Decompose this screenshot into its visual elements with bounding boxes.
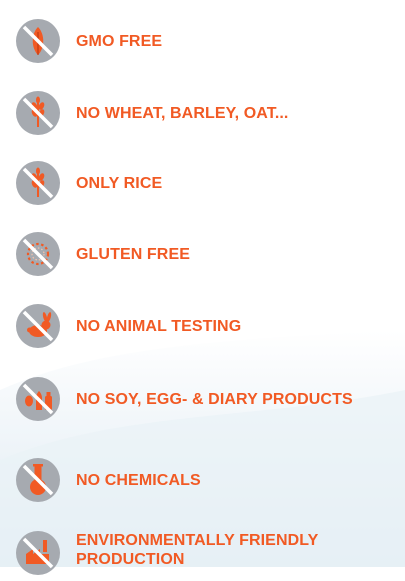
feature-gmo-free: GMO FREE (15, 13, 405, 69)
feature-only-rice: ONLY RICE (15, 155, 405, 211)
soy-egg-milk-icon (16, 377, 60, 421)
feature-label: GMO FREE (76, 32, 163, 50)
feature-label: NO SOY, EGG- & DIARY PRODUCTS (76, 390, 353, 408)
feature-label: ONLY RICE (76, 174, 163, 192)
feature-label: NO ANIMAL TESTING (76, 317, 242, 335)
feature-gluten-free: GLUTEN FREE (15, 226, 405, 282)
factory-icon (16, 531, 60, 575)
feature-label: GLUTEN FREE (76, 245, 190, 263)
feature-no-animal-testing: NO ANIMAL TESTING (15, 298, 405, 354)
feature-environmentally-friendly: ENVIRONMENTALLY FRIENDLY PRODUCTION (15, 525, 405, 581)
feature-label: NO WHEAT, BARLEY, OAT... (76, 104, 289, 122)
feature-label: NO CHEMICALS (76, 471, 201, 489)
feature-no-chemicals: NO CHEMICALS (15, 452, 405, 508)
feature-label: ENVIRONMENTALLY FRIENDLY PRODUCTION (76, 532, 319, 568)
feature-no-wheat: NO WHEAT, BARLEY, OAT... (15, 85, 405, 141)
rice-grain-icon (16, 161, 60, 205)
gluten-ring-icon (16, 232, 60, 276)
wheat-icon (16, 91, 60, 135)
rabbit-icon (16, 304, 60, 348)
flask-icon (16, 458, 60, 502)
feature-no-soy-egg-diary: NO SOY, EGG- & DIARY PRODUCTS (15, 371, 405, 427)
leaf-icon (16, 19, 60, 63)
